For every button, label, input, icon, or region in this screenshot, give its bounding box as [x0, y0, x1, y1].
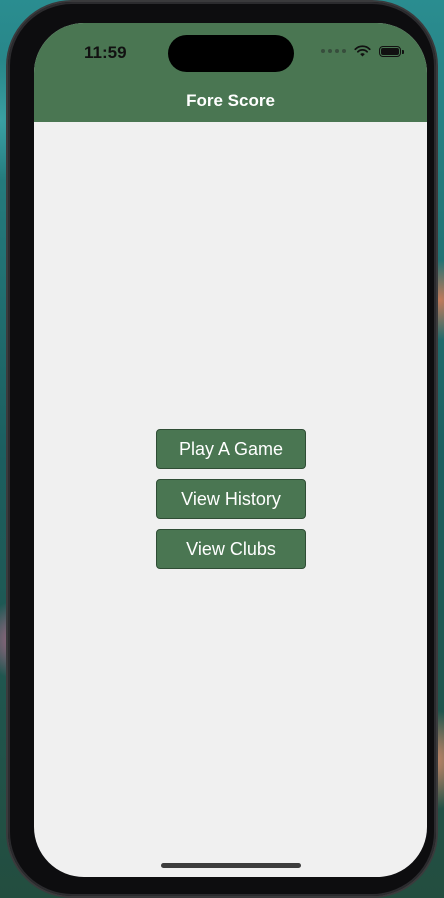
dynamic-island	[168, 35, 294, 72]
view-history-button[interactable]: View History	[156, 479, 306, 519]
home-indicator[interactable]	[161, 863, 301, 868]
main-menu: Play A Game View History View Clubs	[156, 429, 306, 579]
page-title: Fore Score	[186, 91, 275, 110]
play-a-game-button[interactable]: Play A Game	[156, 429, 306, 469]
battery-icon	[379, 45, 404, 57]
wifi-icon	[354, 45, 371, 57]
signal-dots-icon	[321, 49, 346, 53]
phone-frame: 11:59 Fore Score Play A Game View Histor…	[8, 2, 436, 896]
navigation-bar: 11:59 Fore Score	[34, 23, 427, 122]
status-time: 11:59	[84, 43, 127, 62]
status-icons	[321, 45, 404, 57]
view-clubs-button[interactable]: View Clubs	[156, 529, 306, 569]
app-screen: 11:59 Fore Score Play A Game View Histor…	[34, 23, 427, 877]
